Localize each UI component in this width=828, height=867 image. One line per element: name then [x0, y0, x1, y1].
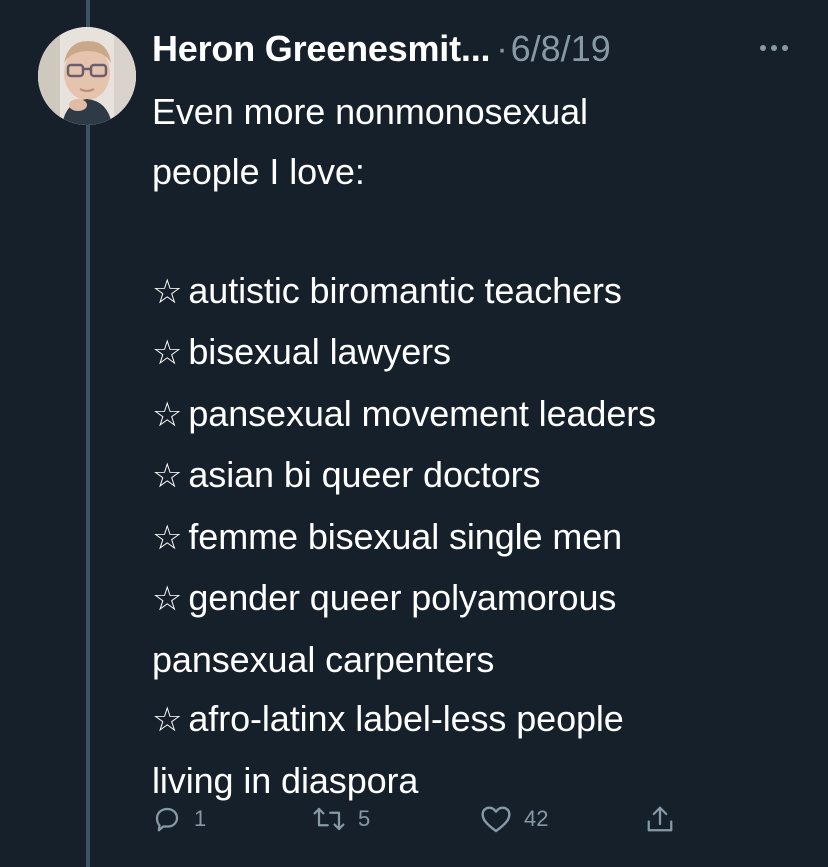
star-icon: ☆	[152, 700, 183, 740]
star-icon: ☆	[152, 333, 183, 373]
list-item-continued: pansexual carpenters	[152, 638, 495, 680]
header-separator: ·	[496, 29, 508, 68]
star-icon: ☆	[152, 394, 183, 435]
list-item: ☆ autistic biromantic teachers	[152, 261, 812, 323]
retweet-icon	[313, 807, 345, 831]
list-item: ☆ asian bi queer doctors	[152, 445, 812, 507]
reply-button[interactable]: 1	[152, 797, 206, 841]
retweet-button[interactable]: 5	[312, 797, 370, 841]
heart-icon	[481, 806, 511, 833]
list-item-text: afro-latinx label-less people	[188, 698, 624, 739]
reply-icon	[155, 807, 179, 832]
retweet-count: 5	[358, 806, 371, 831]
tweet-actions: 1 5 42	[152, 797, 712, 841]
more-horizontal-icon[interactable]	[752, 26, 796, 70]
tweet-line: Even more nonmonosexual	[152, 91, 588, 132]
list-item-text: autistic biromantic teachers	[188, 269, 622, 311]
star-icon: ☆	[152, 579, 183, 619]
list-item: ☆ gender queer polyamorous	[152, 568, 812, 630]
thread-connector-line	[86, 0, 90, 867]
share-icon	[647, 806, 673, 832]
tweet-date[interactable]: 6/8/19	[511, 28, 611, 70]
tweet-line: people I love:	[152, 150, 365, 192]
avatar-image	[38, 27, 136, 125]
star-icon: ☆	[152, 517, 183, 558]
list-item-text: asian bi queer doctors	[188, 454, 541, 495]
list-item: ☆ femme bisexual single men	[152, 507, 812, 569]
author-name[interactable]: Heron Greenesmit...	[152, 28, 491, 70]
list-item: ☆ afro-latinx label-less people	[152, 689, 812, 751]
avatar[interactable]	[38, 27, 136, 125]
list-item-text: bisexual lawyers	[188, 331, 451, 372]
list-item-text: pansexual movement leaders	[188, 392, 657, 434]
list-item: ☆ bisexual lawyers	[152, 322, 812, 384]
list-item: ☆ pansexual movement leaders	[152, 384, 812, 446]
like-count: 42	[524, 806, 549, 831]
tweet-header: Heron Greenesmit... · 6/8/19	[152, 26, 808, 72]
list-item-text: gender queer polyamorous	[188, 577, 617, 618]
reply-count: 1	[194, 806, 207, 831]
list-item-text: femme bisexual single men	[188, 515, 623, 557]
share-button[interactable]	[646, 797, 674, 841]
tweet-text: Even more nonmonosexual people I love: ☆…	[152, 82, 812, 810]
star-icon: ☆	[152, 456, 183, 496]
star-icon: ☆	[152, 271, 183, 312]
like-button[interactable]: 42	[480, 797, 548, 841]
